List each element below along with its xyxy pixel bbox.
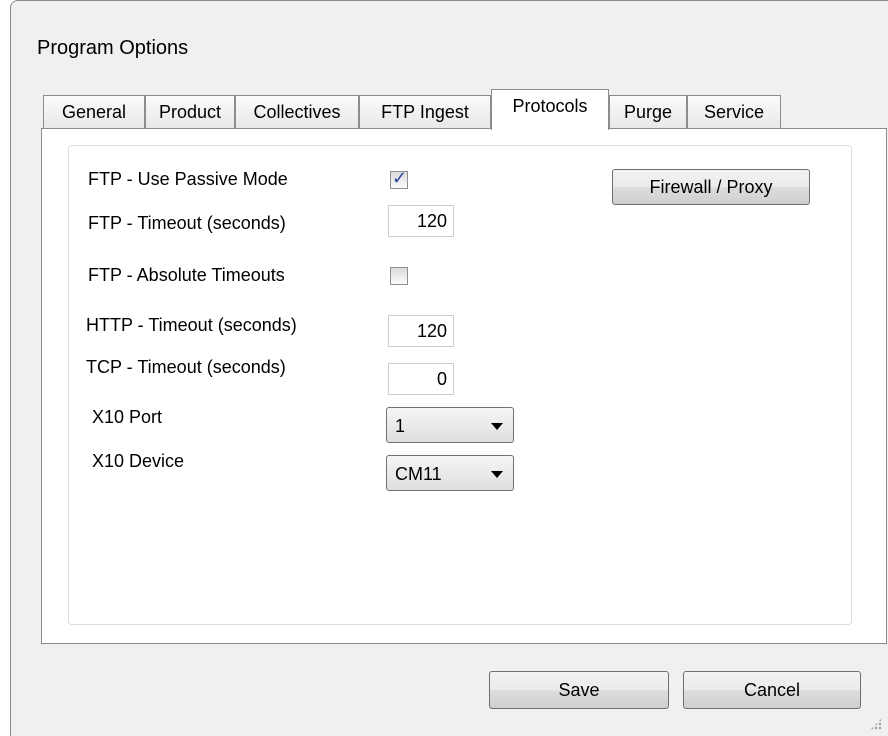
x10-port-select[interactable]: 1 [386, 407, 514, 443]
http-timeout-label: HTTP - Timeout (seconds) [86, 315, 297, 335]
tab-product[interactable]: Product [145, 95, 235, 128]
http-timeout-input[interactable]: 120 [388, 315, 454, 347]
resize-grip-icon[interactable] [870, 718, 882, 730]
x10-device-label: X10 Device [92, 451, 185, 471]
save-button[interactable]: Save [489, 671, 669, 709]
ftp-timeout-input[interactable]: 120 [388, 205, 454, 237]
x10-port-label: X10 Port [92, 407, 163, 427]
tcp-timeout-input[interactable]: 0 [388, 363, 454, 395]
firewall-proxy-button[interactable]: Firewall / Proxy [612, 169, 810, 205]
cancel-button[interactable]: Cancel [683, 671, 861, 709]
tab-protocols[interactable]: Protocols [491, 89, 609, 130]
x10-device-select[interactable]: CM11 [386, 455, 514, 491]
chevron-down-icon [491, 471, 503, 478]
window-title: Program Options [37, 37, 189, 59]
protocols-panel: FTP - Use Passive Mode ✓ FTP - Timeout (… [41, 128, 887, 644]
ftp-passive-checkbox[interactable]: ✓ [390, 168, 408, 189]
checkmark-icon: ✓ [392, 168, 408, 188]
tab-general[interactable]: General [43, 95, 145, 128]
program-options-window: Program Options General Product Collecti… [10, 0, 888, 736]
x10-port-value: 1 [395, 416, 406, 436]
ftp-timeout-label: FTP - Timeout (seconds) [88, 213, 286, 233]
ftp-passive-label: FTP - Use Passive Mode [88, 169, 288, 189]
ftp-absolute-label: FTP - Absolute Timeouts [88, 265, 285, 285]
tab-collectives[interactable]: Collectives [235, 95, 359, 128]
tab-purge[interactable]: Purge [609, 95, 687, 128]
tab-service[interactable]: Service [687, 95, 781, 128]
tab-ftp-ingest[interactable]: FTP Ingest [359, 95, 491, 128]
tcp-timeout-label: TCP - Timeout (seconds) [86, 357, 286, 377]
x10-device-value: CM11 [395, 464, 442, 484]
chevron-down-icon [491, 423, 503, 430]
ftp-absolute-checkbox[interactable] [390, 267, 408, 285]
